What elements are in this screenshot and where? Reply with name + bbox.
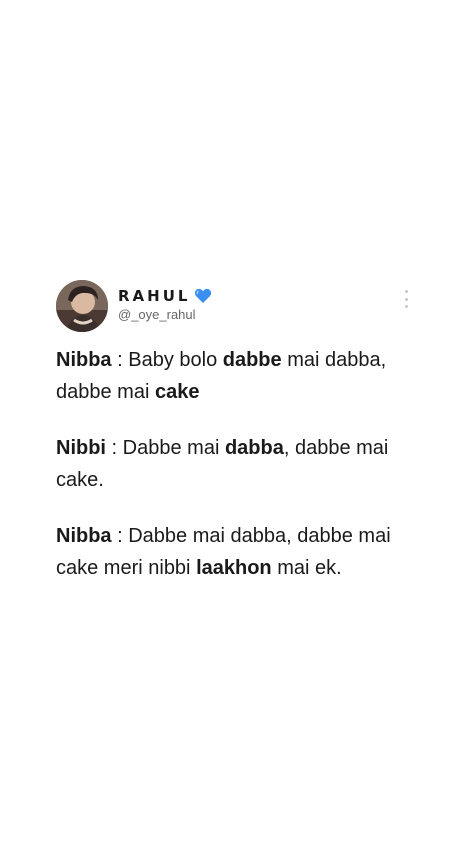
text-segment: Baby bolo xyxy=(128,349,223,371)
tweet-paragraph: Nibba : Baby bolo dabbe mai dabba, dabbe… xyxy=(56,344,416,408)
tweet-header: RAHUL @_oye_rahul xyxy=(56,278,416,334)
speaker-name: Nibba xyxy=(56,349,112,371)
handle[interactable]: @_oye_rahul xyxy=(118,307,212,322)
speaker-name: Nibbi xyxy=(56,437,106,459)
bold-segment: dabba xyxy=(224,437,284,459)
tweet-card: RAHUL @_oye_rahul Nibba : Baby bolo dabb… xyxy=(56,278,416,608)
name-row: RAHUL xyxy=(118,287,212,305)
separator: : xyxy=(111,525,129,547)
avatar-photo xyxy=(56,280,108,332)
more-options-icon[interactable] xyxy=(402,290,410,308)
text-segment: mai ek. xyxy=(271,557,342,579)
tweet-paragraph: Nibbi : Dabbe mai dabba, dabbe mai cake. xyxy=(56,432,416,496)
tweet-text: Nibba : Baby bolo dabbe mai dabba, dabbe… xyxy=(56,344,416,584)
display-name[interactable]: RAHUL xyxy=(118,287,190,305)
avatar[interactable] xyxy=(56,280,108,332)
speaker-name: Nibba xyxy=(56,525,112,547)
bold-segment: laakhon xyxy=(196,557,272,579)
text-segment: Dabbe mai xyxy=(122,437,225,459)
author-info: RAHUL @_oye_rahul xyxy=(118,287,212,322)
bold-segment: dabbe xyxy=(222,349,282,371)
tweet-paragraph: Nibba : Dabbe mai dabba, dabbe mai cake … xyxy=(56,520,416,584)
blue-heart-icon xyxy=(194,288,212,304)
bold-segment: cake xyxy=(154,381,200,403)
separator: : xyxy=(106,437,123,459)
separator: : xyxy=(111,349,129,371)
